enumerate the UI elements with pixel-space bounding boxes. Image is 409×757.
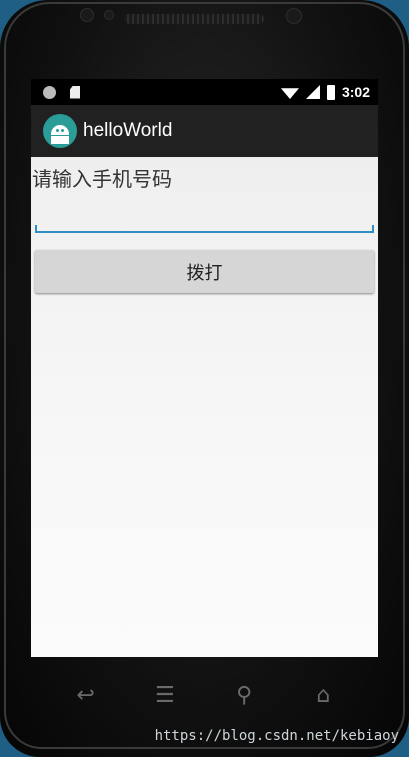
android-icon	[43, 114, 77, 148]
home-icon[interactable]: ⌂	[303, 683, 343, 708]
proximity-sensor	[80, 8, 94, 22]
light-sensor	[104, 10, 114, 20]
battery-icon	[326, 84, 335, 100]
menu-icon[interactable]: ☰	[145, 683, 185, 708]
search-icon[interactable]: ⚲	[224, 683, 264, 708]
sd-card-icon	[70, 85, 80, 99]
device-screen: 3:02 helloWorld 请输入手机号码 拨打	[31, 79, 378, 657]
status-circle-icon	[43, 85, 56, 99]
status-bar: 3:02	[31, 79, 378, 105]
speaker-grille	[124, 14, 264, 24]
action-bar: helloWorld	[31, 105, 378, 157]
navigation-bar: ↩ ☰ ⚲ ⌂	[0, 670, 409, 720]
signal-icon	[305, 85, 320, 99]
back-icon[interactable]: ↩	[66, 683, 106, 708]
status-time: 3:02	[341, 84, 370, 100]
input-underline-tick-left	[35, 225, 37, 232]
input-underline-tick-right	[372, 225, 374, 232]
phone-number-input[interactable]	[35, 195, 374, 233]
watermark-text: https://blog.csdn.net/kebiaoy	[154, 728, 399, 744]
app-title: helloWorld	[83, 120, 173, 141]
phone-prompt-label: 请输入手机号码	[32, 167, 172, 191]
dial-button[interactable]: 拨打	[35, 250, 374, 293]
wifi-icon	[281, 85, 299, 99]
phone-frame: 3:02 helloWorld 请输入手机号码 拨打 ↩ ☰ ⚲ ⌂ https…	[0, 0, 409, 757]
front-camera	[286, 8, 302, 24]
